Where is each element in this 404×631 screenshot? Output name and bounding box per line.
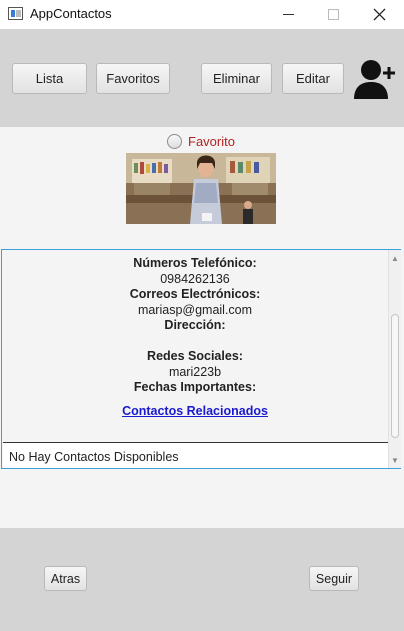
direccion-label: Dirección: (164, 318, 226, 332)
direccion-value (2, 334, 388, 350)
favorito-radio-row[interactable]: Favorito (167, 133, 235, 149)
favorito-radio[interactable] (167, 133, 182, 149)
redes-label: Redes Sociales: (147, 349, 243, 363)
scroll-down-icon[interactable]: ▼ (389, 454, 401, 466)
window-title: AppContactos (30, 6, 112, 21)
contact-details-panel[interactable]: Números Telefónico: 0984262136 Correos E… (1, 249, 401, 469)
fechas-label: Fechas Importantes: (133, 380, 257, 394)
no-contacts-message: No Hay Contactos Disponibles (3, 442, 388, 468)
telefonos-label: Números Telefónico: (133, 256, 257, 270)
contactos-relacionados-link[interactable]: Contactos Relacionados (2, 404, 388, 420)
add-user-icon[interactable] (352, 58, 396, 100)
close-icon (373, 8, 385, 21)
seguir-button[interactable]: Seguir (309, 566, 359, 591)
contact-photo (126, 153, 276, 224)
correo-value: mariasp@gmail.com (137, 302, 253, 317)
maximize-button[interactable] (310, 0, 356, 29)
telefono-value: 0984262136 (160, 271, 230, 286)
red-value: mari223b (168, 364, 222, 379)
eliminar-button[interactable]: Eliminar (201, 63, 272, 94)
scroll-thumb[interactable] (391, 314, 399, 438)
title-bar: AppContactos (0, 0, 404, 29)
app-icon (8, 7, 23, 20)
vertical-scrollbar[interactable]: ▲ ▼ (388, 250, 401, 468)
editar-button[interactable]: Editar (282, 63, 344, 94)
correos-label: Correos Electrónicos: (129, 287, 261, 301)
minimize-button[interactable] (265, 0, 311, 29)
contact-details: Números Telefónico: 0984262136 Correos E… (2, 256, 388, 419)
favoritos-button[interactable]: Favoritos (96, 63, 170, 94)
lista-button[interactable]: Lista (12, 63, 87, 94)
top-toolbar: Lista Favoritos Eliminar Editar (0, 29, 404, 127)
maximize-icon (327, 9, 339, 20)
scroll-up-icon[interactable]: ▲ (389, 252, 401, 264)
app-window: AppContactos Lista Favoritos Eliminar Ed… (0, 0, 404, 631)
bottom-navigation-bar: Atras Seguir (0, 528, 404, 631)
favorito-label: Favorito (188, 133, 235, 149)
minimize-icon (282, 14, 294, 15)
close-button[interactable] (356, 0, 402, 29)
atras-button[interactable]: Atras (44, 566, 87, 591)
